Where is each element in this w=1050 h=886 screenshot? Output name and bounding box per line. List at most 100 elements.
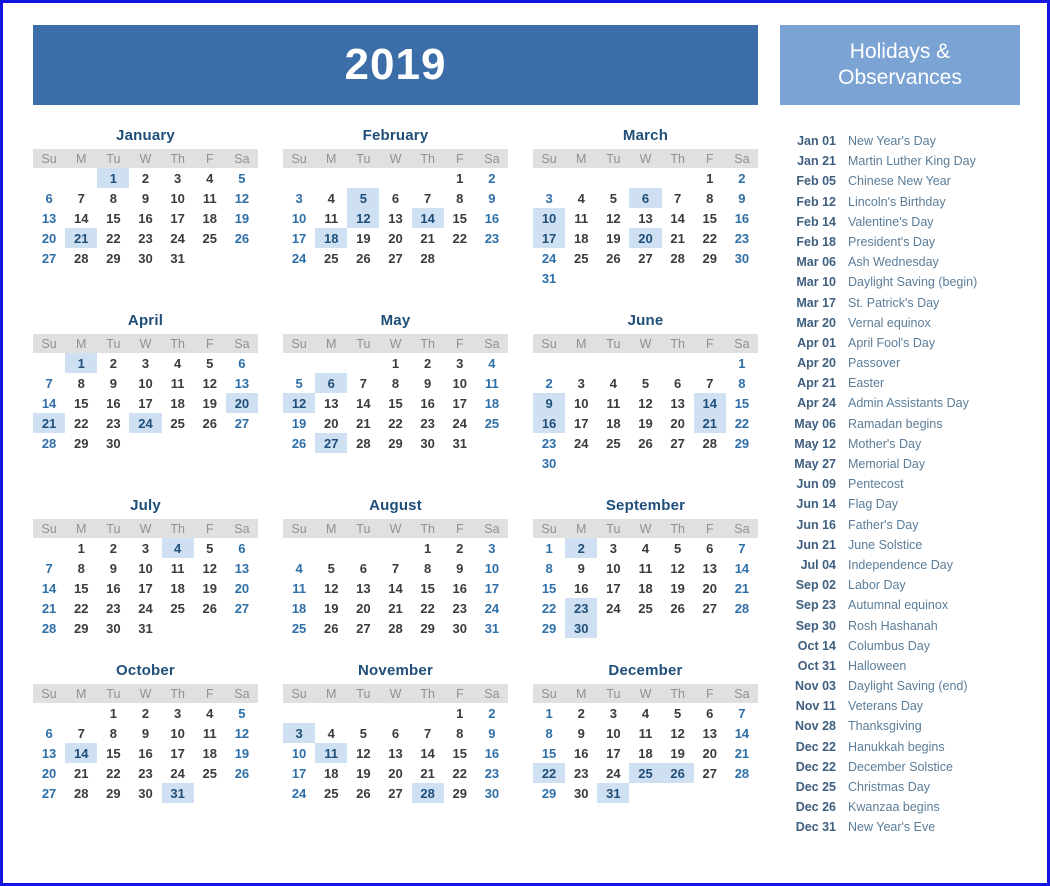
day-cell[interactable]: 27 [226,413,258,433]
day-cell[interactable]: 23 [129,763,161,783]
day-cell[interactable]: 14 [693,393,726,413]
day-cell[interactable]: 26 [347,783,379,803]
day-cell[interactable]: 26 [662,598,694,618]
day-cell[interactable]: 8 [533,558,565,578]
day-cell[interactable]: 29 [444,783,476,803]
day-cell[interactable]: 30 [97,618,129,638]
holiday-item[interactable]: Nov 11 Veterans Day [780,696,1020,716]
day-cell[interactable]: 25 [315,783,347,803]
day-cell[interactable]: 2 [97,538,129,558]
day-cell[interactable]: 2 [726,168,758,188]
day-cell[interactable]: 10 [597,723,629,743]
day-cell[interactable]: 15 [97,208,129,228]
day-cell[interactable]: 7 [65,188,97,208]
day-cell[interactable]: 9 [412,373,444,393]
day-cell[interactable]: 16 [129,208,161,228]
holiday-item[interactable]: Jul 04 Independence Day [780,555,1020,575]
day-cell[interactable]: 13 [379,208,411,228]
day-cell[interactable]: 25 [476,413,508,433]
day-cell[interactable]: 24 [533,248,565,268]
day-cell[interactable]: 20 [379,763,411,783]
day-cell[interactable]: 29 [726,433,758,453]
day-cell[interactable]: 29 [379,433,411,453]
day-cell[interactable]: 30 [565,618,598,638]
day-cell[interactable]: 11 [315,743,348,763]
day-cell[interactable]: 16 [476,743,508,763]
day-cell[interactable]: 2 [444,538,476,558]
day-cell[interactable]: 21 [65,763,97,783]
day-cell[interactable]: 27 [315,433,348,453]
day-cell[interactable]: 11 [194,188,226,208]
day-cell[interactable]: 21 [33,598,65,618]
day-cell[interactable]: 24 [129,413,162,433]
day-cell[interactable]: 6 [33,188,65,208]
day-cell[interactable]: 22 [412,598,444,618]
day-cell[interactable]: 21 [412,228,444,248]
day-cell[interactable]: 12 [226,188,258,208]
holiday-item[interactable]: Oct 14 Columbus Day [780,636,1020,656]
day-cell[interactable]: 13 [226,373,258,393]
holiday-item[interactable]: Jun 09 Pentecost [780,474,1020,494]
day-cell[interactable]: 23 [476,228,508,248]
day-cell[interactable]: 2 [97,353,129,373]
day-cell[interactable]: 7 [412,723,444,743]
day-cell[interactable]: 10 [476,558,508,578]
day-cell[interactable]: 2 [129,168,161,188]
day-cell[interactable]: 23 [412,413,444,433]
day-cell[interactable]: 18 [629,743,661,763]
day-cell[interactable]: 11 [315,208,347,228]
day-cell[interactable]: 29 [694,248,726,268]
day-cell[interactable]: 5 [194,538,226,558]
day-cell[interactable]: 17 [597,578,629,598]
day-cell[interactable]: 29 [533,618,565,638]
day-cell[interactable]: 9 [476,188,508,208]
day-cell[interactable]: 15 [444,743,476,763]
day-cell[interactable]: 30 [129,783,161,803]
day-cell[interactable]: 28 [662,248,694,268]
day-cell[interactable]: 30 [444,618,476,638]
day-cell[interactable]: 28 [412,248,444,268]
day-cell[interactable]: 20 [315,413,347,433]
day-cell[interactable]: 18 [194,743,226,763]
day-cell[interactable]: 18 [565,228,597,248]
day-cell[interactable]: 30 [97,433,129,453]
day-cell[interactable]: 6 [629,188,662,208]
day-cell[interactable]: 9 [476,723,508,743]
day-cell[interactable]: 19 [597,228,629,248]
day-cell[interactable]: 1 [97,703,129,723]
day-cell[interactable]: 21 [662,228,694,248]
day-cell[interactable]: 10 [283,208,315,228]
day-cell[interactable]: 14 [65,208,97,228]
day-cell[interactable]: 29 [65,618,97,638]
day-cell[interactable]: 15 [65,393,97,413]
day-cell[interactable]: 30 [129,248,161,268]
day-cell[interactable]: 19 [662,743,694,763]
day-cell[interactable]: 9 [97,373,129,393]
day-cell[interactable]: 16 [476,208,508,228]
day-cell[interactable]: 4 [629,538,661,558]
day-cell[interactable]: 8 [533,723,565,743]
day-cell[interactable]: 9 [726,188,758,208]
day-cell[interactable]: 7 [33,558,65,578]
day-cell[interactable]: 7 [726,703,758,723]
day-cell[interactable]: 25 [162,413,194,433]
day-cell[interactable]: 25 [597,433,629,453]
day-cell[interactable]: 14 [726,723,758,743]
day-cell[interactable]: 18 [194,208,226,228]
holiday-item[interactable]: Jan 01 New Year's Day [780,131,1020,151]
day-cell[interactable]: 29 [412,618,444,638]
holiday-item[interactable]: Dec 22 Hanukkah begins [780,737,1020,757]
day-cell[interactable]: 25 [194,763,226,783]
day-cell[interactable]: 25 [194,228,226,248]
day-cell[interactable]: 23 [533,433,565,453]
day-cell[interactable]: 23 [565,598,598,618]
day-cell[interactable]: 28 [411,783,444,803]
day-cell[interactable]: 18 [315,763,347,783]
holiday-item[interactable]: Apr 21 Easter [780,373,1020,393]
day-cell[interactable]: 17 [533,228,566,248]
day-cell[interactable]: 28 [694,433,726,453]
day-cell[interactable]: 14 [726,558,758,578]
day-cell[interactable]: 28 [33,433,65,453]
holiday-item[interactable]: Dec 25 Christmas Day [780,777,1020,797]
day-cell[interactable]: 19 [226,208,258,228]
